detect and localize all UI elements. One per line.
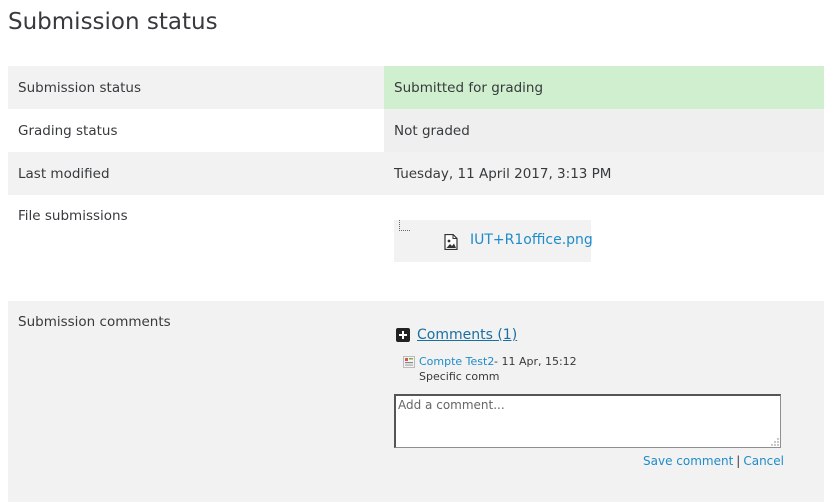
submission-comments-label: Submission comments [8,301,384,502]
comment-text: Specific comm [419,370,500,383]
comment-timestamp: - 11 Apr, 15:12 [494,355,577,368]
comment-actions: Save comment | Cancel [394,454,784,468]
last-modified-value: Tuesday, 11 April 2017, 3:13 PM [384,152,824,195]
grading-status-row: Grading status Not graded [8,109,824,152]
tree-connector [399,220,410,231]
submission-status-label: Submission status [8,66,384,109]
comment-item: Compte Test2 - 11 Apr, 15:12 Specific co… [394,352,814,388]
submission-status-value: Submitted for grading [384,66,824,109]
submission-comments-value: Comments (1) Compte Test2 - 11 Apr, 15:1… [384,301,824,502]
comment-input-wrapper [394,394,781,448]
comments-toggle[interactable]: Comments (1) [394,326,814,344]
file-tree: IUT+R1office.png [394,220,593,262]
comments-toggle-link[interactable]: Comments (1) [417,327,517,343]
grading-status-label: Grading status [8,109,384,152]
actions-separator: | [736,454,741,468]
submission-status-table: Submission status Submitted for grading … [8,66,824,502]
cancel-comment-link[interactable]: Cancel [743,454,784,468]
submitted-file-link[interactable]: IUT+R1office.png [470,232,593,248]
last-modified-label: Last modified [8,152,384,195]
grading-status-value: Not graded [384,109,824,152]
resize-grip-icon[interactable] [771,438,779,446]
image-file-icon [444,234,458,250]
plus-square-icon[interactable] [396,328,410,342]
save-comment-link[interactable]: Save comment [643,454,733,468]
file-submissions-row: File submissions IUT+R1office.png [8,195,824,301]
comment-input[interactable] [394,394,781,448]
comment-author-link[interactable]: Compte Test2 [419,355,494,368]
user-avatar-icon [403,356,415,368]
last-modified-row: Last modified Tuesday, 11 April 2017, 3:… [8,152,824,195]
file-submissions-label: File submissions [8,195,384,301]
submission-status-row: Submission status Submitted for grading [8,66,824,109]
page-title: Submission status [8,9,218,35]
submission-comments-row: Submission comments Comments (1) Compte … [8,301,824,502]
file-submissions-value: IUT+R1office.png [384,195,824,301]
